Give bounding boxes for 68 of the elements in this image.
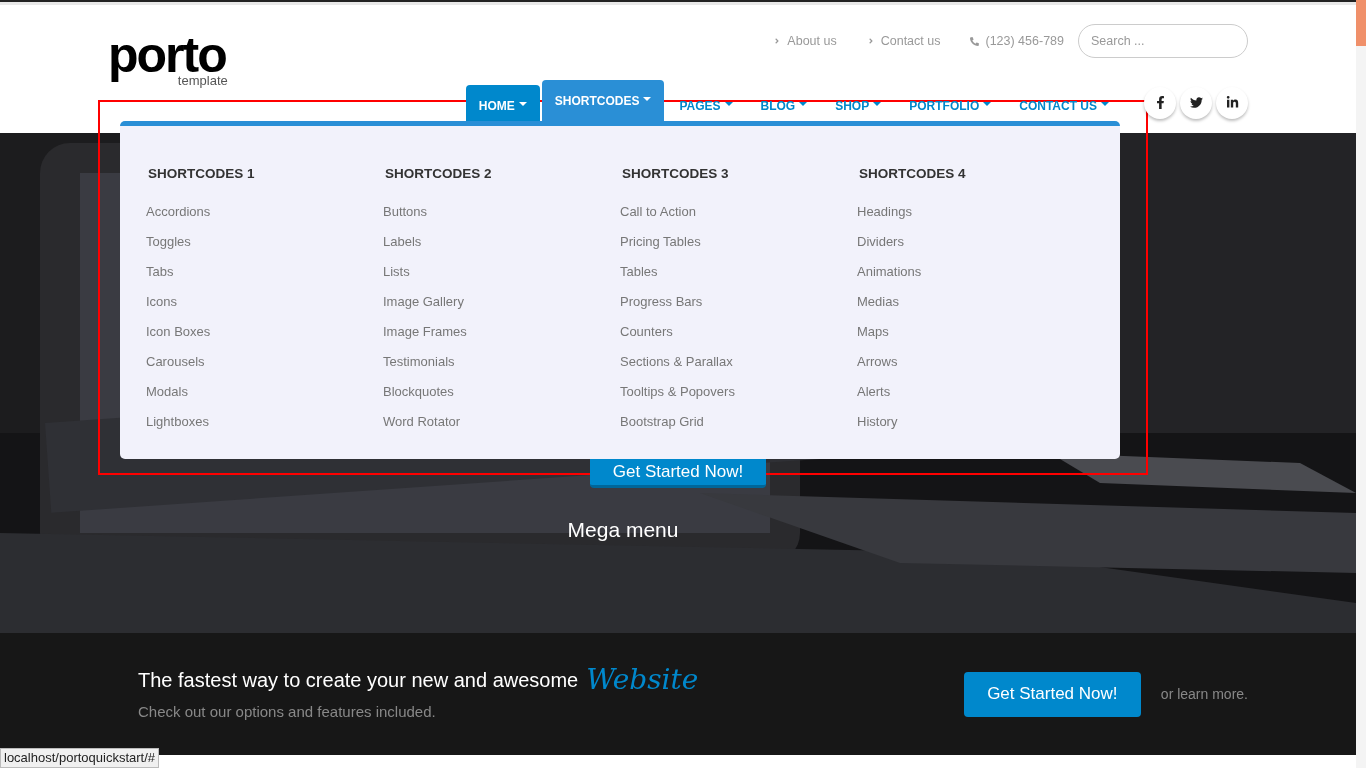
menu-item[interactable]: Modals (146, 377, 188, 408)
menu-item[interactable]: Tables (620, 257, 658, 288)
menu-item[interactable]: Animations (857, 257, 922, 288)
caret-icon (1101, 102, 1109, 106)
bird-icon (1189, 96, 1203, 109)
menu-item[interactable]: Icons (146, 287, 178, 318)
learn-more-link[interactable]: or learn more. (1160, 683, 1248, 705)
menu-item[interactable]: Dividers (857, 227, 904, 258)
nav-tab[interactable]: PAGES (666, 85, 746, 125)
menu-item[interactable]: Blockquotes (383, 377, 454, 408)
social-link[interactable] (1144, 86, 1176, 119)
nav-tab[interactable]: SHOP (822, 85, 895, 125)
menu-item[interactable]: Maps (857, 317, 889, 348)
caret-icon (983, 102, 992, 106)
menu-item[interactable]: Image Gallery (383, 287, 464, 318)
menu-column-title: SHORTCODES 4 (859, 165, 967, 183)
menu-item[interactable]: Lightboxes (146, 407, 209, 438)
search-field[interactable]: Search ... (1078, 24, 1248, 58)
menu-item[interactable]: Lists (383, 257, 410, 288)
cta-highlight: Website (586, 664, 699, 695)
menu-item[interactable]: Progress Bars (620, 287, 703, 318)
nav-tab[interactable]: BLOG (747, 85, 821, 125)
menu-column-title: SHORTCODES 2 (385, 165, 493, 183)
menu-item[interactable]: Buttons (383, 197, 428, 228)
status-bar: localhost/portoquickstart/# (0, 748, 160, 768)
menu-item[interactable]: Medias (857, 287, 899, 318)
chevron-icon (866, 37, 875, 45)
nav-tab[interactable]: CONTACT US (1006, 85, 1122, 125)
cta-headline: The fastest way to create your new and awesome (138, 667, 579, 693)
menu-item[interactable]: Tooltips & Popovers (620, 377, 735, 408)
menu-item[interactable]: Icon Boxes (146, 317, 211, 348)
top-link[interactable]: About us (787, 31, 837, 51)
menu-item[interactable]: Sections & Parallax (620, 347, 733, 378)
linkedin-icon (1225, 96, 1239, 109)
nav-tab[interactable]: PORTFOLIO (896, 85, 1005, 125)
caret-icon (518, 102, 527, 106)
menu-item[interactable]: History (857, 407, 898, 438)
caret-icon (873, 102, 882, 106)
menu-item[interactable]: Labels (383, 227, 422, 258)
menu-column-title: SHORTCODES 3 (622, 165, 730, 183)
menu-item[interactable]: Arrows (857, 347, 898, 378)
caret-icon (643, 97, 652, 101)
menu-item[interactable]: Carousels (146, 347, 205, 378)
menu-item[interactable]: Call to Action (620, 197, 696, 228)
menu-column-title: SHORTCODES 1 (148, 165, 256, 183)
menu-item[interactable]: Counters (620, 317, 673, 348)
hero-caption: Mega menu (567, 517, 679, 543)
cta-subline: Check out our options and features included. (138, 701, 437, 722)
get-started-button[interactable]: Get Started Now! (963, 671, 1141, 717)
menu-item[interactable]: Word Rotator (383, 407, 461, 438)
caret-icon (724, 102, 733, 106)
menu-item[interactable]: Toggles (146, 227, 191, 258)
top-link[interactable]: Contact us (880, 31, 941, 51)
phone-icon (970, 36, 980, 46)
caret-icon (799, 102, 808, 106)
menu-item[interactable]: Bootstrap Grid (620, 407, 704, 438)
social-link[interactable] (1180, 86, 1212, 119)
menu-item[interactable]: Tabs (146, 257, 174, 288)
menu-item[interactable]: Image Frames (383, 317, 467, 348)
menu-item[interactable]: Testimonials (383, 347, 455, 378)
menu-item[interactable]: Accordions (146, 197, 211, 228)
scrollbar[interactable] (1356, 0, 1366, 768)
get-started-button[interactable]: Get Started Now! (590, 458, 766, 488)
menu-item[interactable]: Alerts (857, 377, 891, 408)
menu-item[interactable]: Pricing Tables (620, 227, 701, 258)
social-link[interactable] (1216, 86, 1248, 119)
menu-item[interactable]: Headings (857, 197, 912, 228)
phone-link[interactable]: (123) 456-789 (985, 31, 1064, 51)
